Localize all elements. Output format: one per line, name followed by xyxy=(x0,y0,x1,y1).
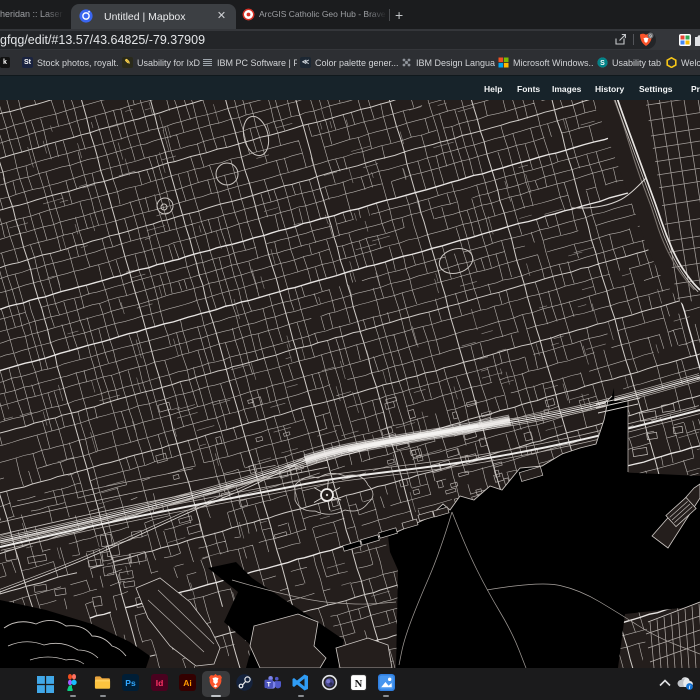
svg-text:N: N xyxy=(355,679,363,690)
svg-text:Ai: Ai xyxy=(183,678,192,688)
svg-text:Ps: Ps xyxy=(125,678,136,688)
svg-text:Id: Id xyxy=(156,678,164,688)
svg-text:S: S xyxy=(600,60,605,67)
svg-text:T: T xyxy=(267,681,271,688)
